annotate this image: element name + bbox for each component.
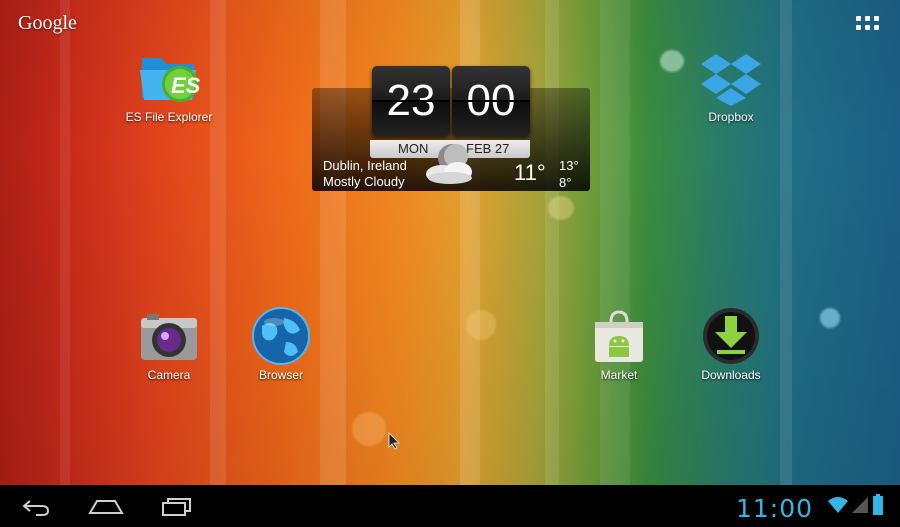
app-label: Dropbox — [708, 110, 754, 124]
hour-flip-card: 23 — [372, 66, 450, 136]
google-search-label: Google — [18, 12, 77, 34]
weather-condition: Mostly Cloudy — [323, 174, 405, 189]
grid-icon-dot — [856, 25, 861, 30]
app-label: Camera — [147, 368, 191, 382]
app-es-file-explorer[interactable]: ES ES File Explorer — [114, 48, 224, 124]
wifi-icon — [828, 497, 848, 513]
app-dropbox[interactable]: Dropbox — [676, 50, 786, 124]
clock-minute: 00 — [466, 76, 516, 125]
clock-hour: 23 — [386, 76, 436, 125]
grid-icon-dot — [874, 16, 879, 21]
mouse-cursor-icon — [388, 432, 400, 450]
home-button[interactable] — [88, 499, 124, 519]
svg-text:ES: ES — [171, 73, 201, 98]
wallpaper-glow — [548, 196, 574, 220]
wallpaper-glow — [466, 310, 496, 340]
recent-apps-icon — [162, 498, 191, 516]
app-label: Downloads — [701, 368, 761, 382]
weather-high: 13° — [559, 158, 579, 173]
wallpaper-streak — [600, 0, 630, 485]
grid-icon — [856, 16, 861, 21]
wallpaper-glow — [352, 412, 386, 446]
wallpaper-streak — [545, 0, 559, 485]
signal-icon — [852, 497, 868, 513]
market-bag-icon — [595, 310, 643, 362]
weather-low: 8° — [559, 175, 572, 190]
wallpaper-streak — [320, 0, 346, 485]
app-market[interactable]: Market — [564, 306, 674, 382]
google-search-bar[interactable]: Google — [18, 12, 77, 35]
app-downloads[interactable]: Downloads — [676, 306, 786, 382]
download-icon — [703, 308, 759, 364]
app-label: Market — [600, 368, 638, 382]
back-icon — [22, 500, 50, 516]
back-button[interactable] — [20, 497, 52, 521]
all-apps-button[interactable] — [856, 16, 880, 34]
camera-icon — [141, 314, 197, 360]
app-label: ES File Explorer — [125, 110, 213, 124]
grid-icon-dot — [865, 16, 870, 21]
wallpaper-streak — [60, 0, 70, 485]
status-clock[interactable]: 11:00 — [736, 494, 813, 523]
app-camera[interactable]: Camera — [114, 308, 224, 382]
recent-apps-button[interactable] — [160, 497, 194, 521]
weather-location: Dublin, Ireland — [323, 158, 407, 173]
battery-icon — [873, 494, 883, 515]
minute-flip-card: 00 — [452, 66, 530, 136]
app-browser[interactable]: Browser — [226, 306, 336, 382]
cloudy-moon-icon — [426, 144, 472, 184]
weather-temperature: 11° — [514, 160, 546, 185]
grid-icon-dot — [874, 25, 879, 30]
es-file-explorer-icon: ES — [140, 58, 201, 102]
globe-icon — [252, 307, 310, 365]
home-icon — [88, 500, 124, 514]
grid-icon-dot — [865, 25, 870, 30]
dropbox-icon — [701, 54, 761, 106]
app-label: Browser — [258, 368, 303, 382]
wallpaper-glow — [820, 308, 840, 328]
